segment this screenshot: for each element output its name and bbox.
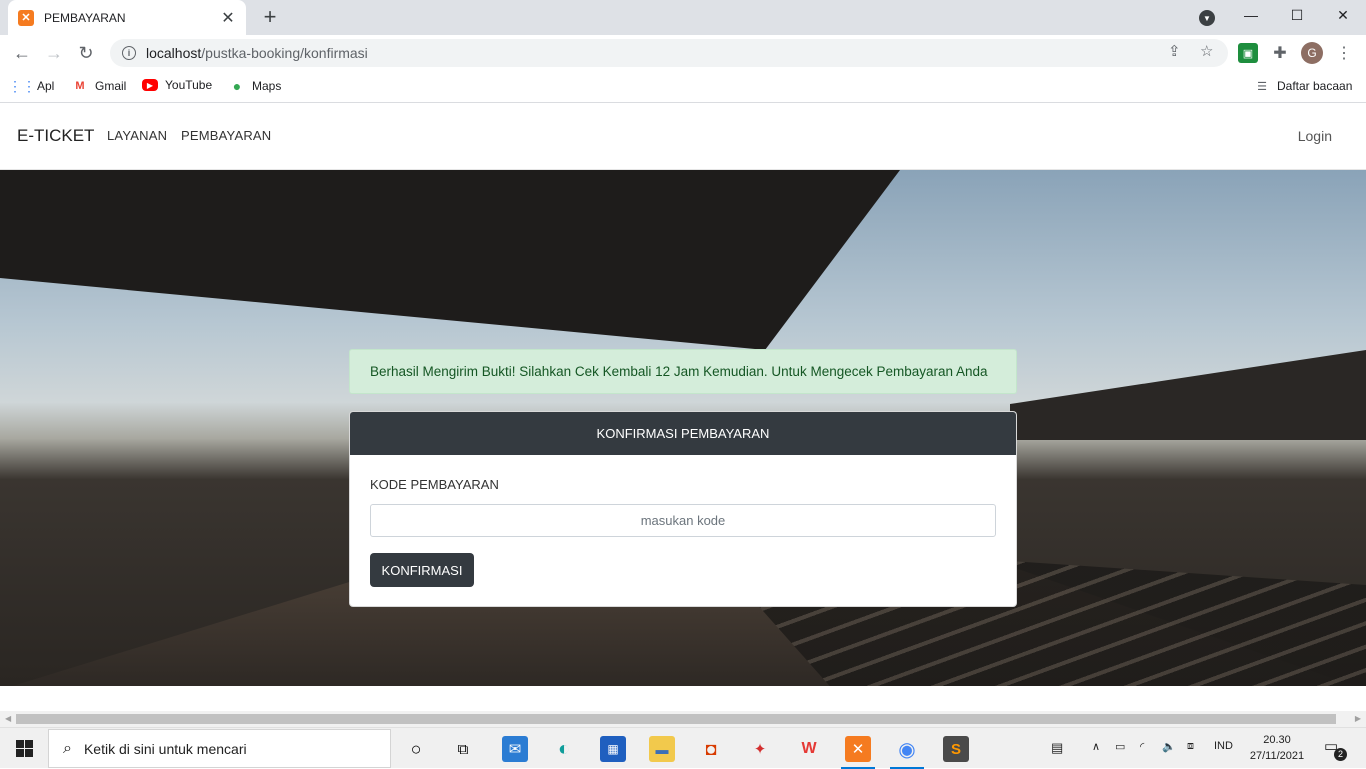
url-host: localhost bbox=[146, 45, 202, 61]
input-language[interactable]: IND bbox=[1214, 740, 1233, 752]
hero-background-image: Berhasil Mengirim Bukti! Silahkan Cek Ke… bbox=[0, 170, 1366, 686]
gift-icon[interactable]: ✦ bbox=[747, 736, 773, 762]
bookmark-gmail[interactable]: M Gmail bbox=[72, 78, 126, 94]
notification-count-badge: 2 bbox=[1334, 748, 1347, 761]
browser-tab-strip: ✕ PEMBAYARAN ✕ + ▼ — ☐ ✕ bbox=[0, 0, 1366, 35]
site-info-icon[interactable]: i bbox=[122, 46, 136, 60]
url-path: /pustka-booking/konfirmasi bbox=[201, 45, 368, 61]
new-tab-icon[interactable]: + bbox=[258, 5, 282, 29]
scroll-left-icon[interactable]: ◀ bbox=[5, 714, 11, 723]
bookmark-label: Gmail bbox=[95, 79, 127, 93]
office-icon[interactable]: ◘ bbox=[698, 736, 724, 762]
scroll-right-icon[interactable]: ▶ bbox=[1355, 714, 1361, 723]
close-window-icon[interactable]: ✕ bbox=[1320, 0, 1366, 30]
apps-grid-icon: ⋮⋮ bbox=[8, 77, 36, 94]
login-link[interactable]: Login bbox=[1298, 128, 1332, 144]
wifi-icon[interactable]: ◜ bbox=[1140, 740, 1144, 753]
station-roof bbox=[0, 170, 900, 350]
bookmark-maps[interactable]: ● Maps bbox=[229, 78, 282, 94]
battery-icon[interactable]: ▭ bbox=[1115, 740, 1125, 753]
clock-date: 27/11/2021 bbox=[1249, 750, 1305, 762]
bookmark-label: Maps bbox=[252, 79, 282, 93]
maps-icon: ● bbox=[232, 78, 242, 94]
search-icon: ⌕ bbox=[63, 739, 72, 757]
reading-list-icon: ☰ bbox=[1257, 80, 1267, 93]
forward-icon[interactable]: → bbox=[42, 41, 66, 65]
taskbar-search-placeholder: Ketik di sini untuk mencari bbox=[83, 740, 247, 757]
confirm-button[interactable]: KONFIRMASI bbox=[370, 553, 474, 587]
bookmarks-bar: ⋮⋮ Apl M Gmail ▶ YouTube ● Maps ☰ Daftar… bbox=[0, 71, 1366, 103]
close-tab-icon[interactable]: ✕ bbox=[220, 8, 236, 28]
tab-search-icon[interactable]: ▼ bbox=[1199, 10, 1215, 26]
start-button[interactable] bbox=[0, 728, 48, 769]
wps-office-icon[interactable]: W bbox=[796, 736, 822, 762]
site-brand[interactable]: E-TICKET bbox=[17, 126, 94, 146]
payment-confirmation-card: KONFIRMASI PEMBAYARAN KODE PEMBAYARAN KO… bbox=[349, 411, 1017, 607]
share-icon[interactable]: ⇪ bbox=[1168, 42, 1181, 60]
card-header: KONFIRMASI PEMBAYARAN bbox=[350, 412, 1016, 455]
profile-avatar[interactable]: G bbox=[1301, 42, 1323, 64]
site-navbar: E-TICKET LAYANAN PEMBAYARAN Login bbox=[0, 104, 1366, 170]
success-alert: Berhasil Mengirim Bukti! Silahkan Cek Ke… bbox=[349, 349, 1017, 394]
maximize-icon[interactable]: ☐ bbox=[1274, 0, 1320, 30]
reading-list-label: Daftar bacaan bbox=[1277, 79, 1353, 93]
clock-time: 20.30 bbox=[1263, 734, 1291, 746]
horizontal-scrollbar[interactable]: ◀ ▶ bbox=[0, 711, 1366, 727]
browser-tab[interactable]: ✕ PEMBAYARAN ✕ bbox=[8, 0, 246, 35]
minimize-icon[interactable]: — bbox=[1228, 0, 1274, 30]
bookmark-youtube[interactable]: ▶ YouTube bbox=[142, 78, 212, 92]
reading-list[interactable]: ☰ Daftar bacaan bbox=[1254, 78, 1352, 94]
extension-icon[interactable]: ▣ bbox=[1238, 43, 1258, 63]
tab-title: PEMBAYARAN bbox=[44, 10, 126, 25]
url-text: localhost/pustka-booking/konfirmasi bbox=[146, 45, 368, 61]
edge-browser-icon[interactable]: ◐ bbox=[551, 736, 577, 762]
bookmark-star-icon[interactable]: ☆ bbox=[1200, 42, 1213, 60]
news-widget-icon[interactable]: ▤ bbox=[1051, 740, 1063, 756]
taskbar-clock[interactable]: 20.30 27/11/2021 bbox=[1248, 732, 1306, 764]
mail-app-icon[interactable]: ✉ bbox=[502, 736, 528, 762]
xampp-icon[interactable]: ✕ bbox=[841, 736, 875, 769]
back-icon[interactable]: ← bbox=[10, 41, 34, 65]
file-explorer-icon[interactable]: ▬ bbox=[649, 736, 675, 762]
microsoft-store-icon[interactable]: ▦ bbox=[600, 736, 626, 762]
windows-logo-icon bbox=[15, 740, 33, 757]
scrollbar-thumb[interactable] bbox=[16, 714, 1336, 724]
payment-code-input[interactable] bbox=[370, 504, 996, 537]
nav-link-pembayaran[interactable]: PEMBAYARAN bbox=[181, 128, 271, 143]
extensions-puzzle-icon[interactable]: ✚ bbox=[1270, 43, 1290, 63]
chrome-icon[interactable]: ◉ bbox=[890, 736, 924, 769]
bookmark-label: YouTube bbox=[165, 78, 213, 92]
meet-now-icon[interactable]: ⧈ bbox=[1187, 740, 1194, 753]
bookmark-apps[interactable]: ⋮⋮ Apl bbox=[8, 77, 55, 94]
gmail-icon: M bbox=[75, 80, 85, 92]
web-page: E-TICKET LAYANAN PEMBAYARAN Login Berhas… bbox=[0, 104, 1366, 711]
volume-icon[interactable]: 🔈 bbox=[1162, 740, 1176, 753]
menu-kebab-icon[interactable]: ⋮ bbox=[1334, 43, 1354, 63]
bookmark-label: Apl bbox=[37, 79, 55, 93]
xampp-favicon-icon: ✕ bbox=[18, 9, 34, 26]
payment-code-label: KODE PEMBAYARAN bbox=[370, 477, 499, 492]
cortana-icon[interactable]: ○ bbox=[403, 736, 429, 762]
nav-link-layanan[interactable]: LAYANAN bbox=[107, 128, 167, 143]
card-title: KONFIRMASI PEMBAYARAN bbox=[596, 426, 770, 441]
browser-toolbar: ← → ↻ i localhost/pustka-booking/konfirm… bbox=[0, 35, 1366, 71]
taskbar-search-box[interactable]: ⌕ Ketik di sini untuk mencari bbox=[48, 729, 391, 768]
task-view-icon[interactable]: ⧉ bbox=[450, 736, 476, 762]
alert-message: Berhasil Mengirim Bukti! Silahkan Cek Ke… bbox=[370, 364, 988, 379]
show-hidden-icons-icon[interactable]: ∧ bbox=[1092, 740, 1100, 753]
address-bar[interactable]: i localhost/pustka-booking/konfirmasi bbox=[110, 39, 1228, 67]
sublime-text-icon[interactable]: S bbox=[943, 736, 969, 762]
youtube-icon: ▶ bbox=[142, 79, 158, 91]
windows-taskbar: ⌕ Ketik di sini untuk mencari ○ ⧉ ✉ ◐ ▦ … bbox=[0, 727, 1366, 769]
reload-icon[interactable]: ↻ bbox=[74, 41, 98, 65]
station-roof-right bbox=[1010, 350, 1366, 440]
